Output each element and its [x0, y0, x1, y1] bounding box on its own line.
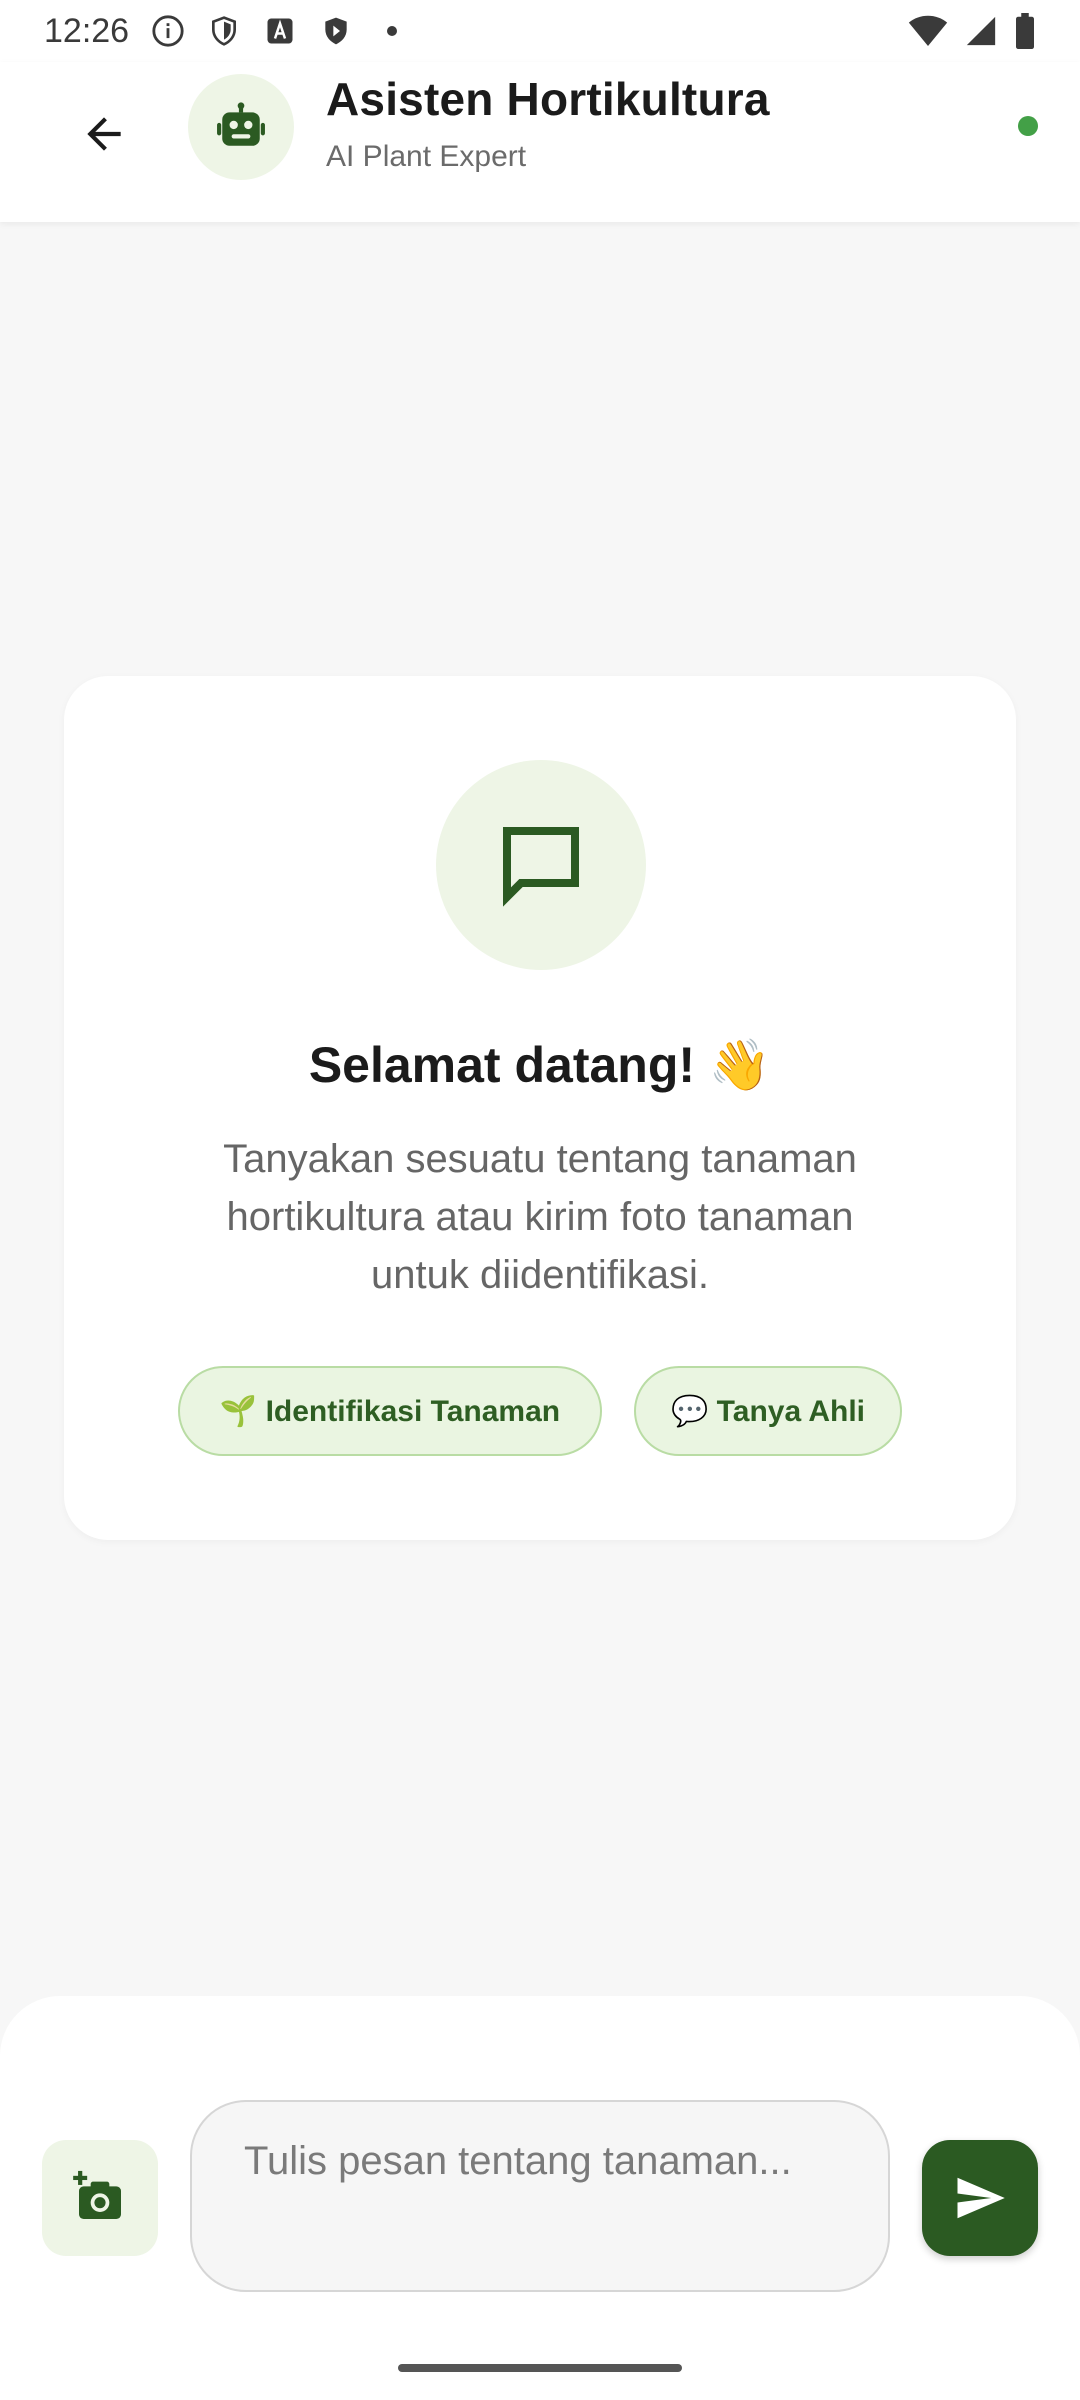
battery-icon — [1014, 13, 1036, 49]
message-input[interactable] — [190, 2100, 890, 2292]
wifi-icon — [908, 14, 948, 48]
add-photo-button[interactable] — [42, 2140, 158, 2256]
welcome-card: Selamat datang! 👋 Tanyakan sesuatu tenta… — [64, 676, 1016, 1540]
info-icon — [151, 14, 185, 48]
send-icon — [957, 2177, 1005, 2219]
dot-icon — [375, 14, 409, 48]
composer-panel — [0, 1996, 1080, 2400]
online-status-dot — [1018, 116, 1038, 136]
bot-avatar — [188, 74, 294, 180]
add-photo-icon — [73, 2170, 121, 2219]
welcome-description: Tanyakan sesuatu tentang tanaman hortiku… — [223, 1137, 857, 1297]
status-bar: 12:26 — [0, 0, 1080, 62]
shield-icon — [207, 14, 241, 48]
font-a-icon — [263, 14, 297, 48]
page-subtitle: AI Plant Expert — [326, 140, 527, 173]
signal-icon — [964, 14, 998, 48]
robot-icon — [217, 102, 265, 146]
chat-bubble-icon — [503, 827, 579, 907]
page-title: Asisten Hortikultura — [326, 73, 770, 125]
identify-plant-chip[interactable]: 🌱 Identifikasi Tanaman — [178, 1366, 602, 1456]
back-button[interactable] — [64, 94, 144, 174]
header-title-block: Asisten Hortikultura AI Plant Expert — [326, 72, 770, 174]
chat-icon-circle — [436, 760, 646, 970]
welcome-title: Selamat datang! 👋 — [308, 1037, 772, 1093]
ask-expert-chip[interactable]: 💬 Tanya Ahli — [634, 1366, 902, 1456]
arrow-back-icon — [87, 117, 121, 151]
vpn-shield-icon — [319, 14, 353, 48]
status-time: 12:26 — [44, 11, 130, 50]
send-button[interactable] — [922, 2140, 1038, 2256]
app-bar: Asisten Hortikultura AI Plant Expert — [0, 62, 1080, 222]
home-indicator[interactable] — [398, 2364, 682, 2372]
